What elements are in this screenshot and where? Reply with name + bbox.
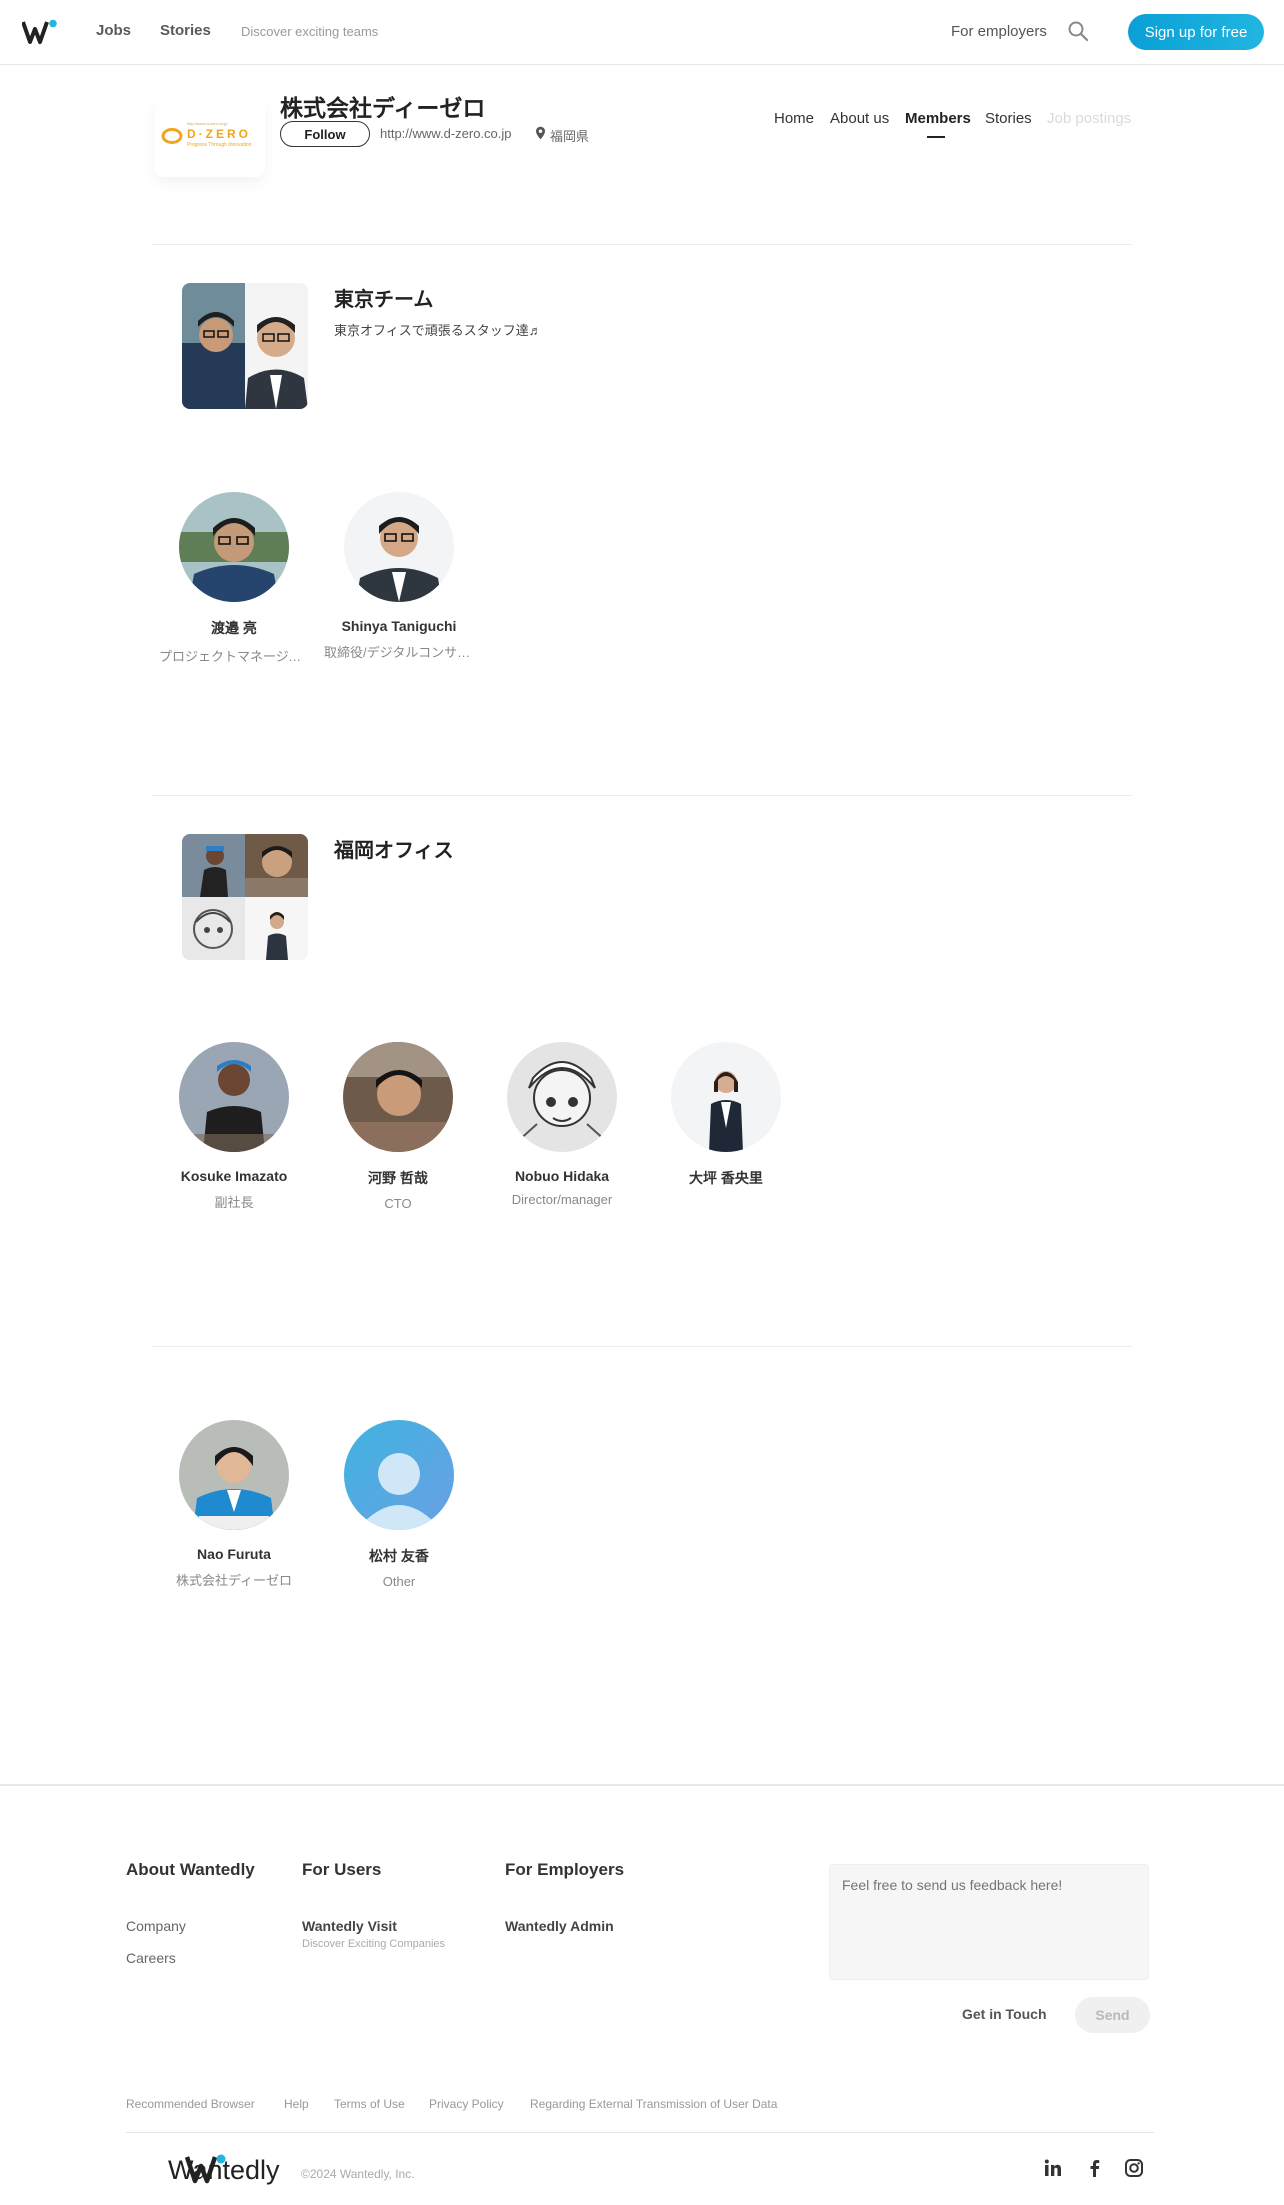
company-website-link[interactable]: http://www.d-zero.co.jp xyxy=(380,126,512,141)
section-divider xyxy=(152,1346,1132,1347)
footer-wantedly-admin-link[interactable]: Wantedly Admin xyxy=(505,1918,614,1934)
company-logo-tagline: Progress Through Innovation xyxy=(187,142,252,148)
tab-stories[interactable]: Stories xyxy=(985,110,1032,127)
member-card[interactable]: 松村 友香 Other xyxy=(324,1420,474,1589)
member-avatar xyxy=(343,1042,453,1152)
group-description: 東京オフィスで頑張るスタッフ達♬ xyxy=(334,323,542,338)
member-avatar xyxy=(507,1042,617,1152)
member-avatar xyxy=(179,492,289,602)
company-name: 株式会社ディーゼロ xyxy=(280,95,486,121)
nav-discover-teams-link[interactable]: Discover exciting teams xyxy=(241,24,378,39)
member-role: 株式会社ディーゼロ xyxy=(175,1573,293,1588)
linkedin-icon[interactable] xyxy=(1043,2158,1063,2178)
default-avatar-icon xyxy=(344,1420,454,1530)
location-pin-icon xyxy=(536,126,545,140)
member-avatar xyxy=(344,492,454,602)
search-icon[interactable] xyxy=(1067,20,1089,42)
footer-terms-link[interactable]: Terms of Use xyxy=(334,2097,405,2111)
member-role: Other xyxy=(382,1574,416,1589)
member-name: 大坪 香央里 xyxy=(689,1170,763,1186)
member-card[interactable]: 河野 哲哉 CTO xyxy=(323,1042,473,1211)
group-photo-collage xyxy=(182,283,308,409)
section-divider xyxy=(152,795,1132,796)
tab-home[interactable]: Home xyxy=(774,110,814,127)
footer-divider xyxy=(0,1784,1284,1786)
send-feedback-button[interactable]: Send xyxy=(1075,1997,1150,2033)
group-photo-collage xyxy=(182,834,308,960)
footer-about-heading: About Wantedly xyxy=(126,1860,255,1879)
member-card[interactable]: Nobuo Hidaka Director/manager xyxy=(487,1042,637,1207)
member-role: CTO xyxy=(384,1196,412,1211)
group-title[interactable]: 福岡オフィス xyxy=(334,834,454,863)
member-avatar xyxy=(179,1420,289,1530)
member-role: プロジェクトマネージャー xyxy=(159,649,309,664)
member-card[interactable]: 大坪 香央里 xyxy=(651,1042,801,1196)
member-role: Director/manager xyxy=(511,1192,613,1207)
copyright-text: ©2024 Wantedly, Inc. xyxy=(301,2167,415,2181)
instagram-icon[interactable] xyxy=(1124,2158,1144,2178)
nav-jobs-link[interactable]: Jobs xyxy=(96,22,131,39)
d-zero-mark-icon xyxy=(161,128,183,144)
member-name: Shinya Taniguchi xyxy=(341,618,457,634)
footer-wantedly-visit-sub: Discover Exciting Companies xyxy=(302,1938,446,1950)
footer-company-link[interactable]: Company xyxy=(126,1918,186,1934)
sign-up-button[interactable]: Sign up for free xyxy=(1128,14,1264,50)
top-navigation-bar: Jobs Stories Discover exciting teams For… xyxy=(0,0,1284,65)
facebook-icon[interactable] xyxy=(1085,2158,1105,2178)
member-role: 取締役/デジタルコンサルタント xyxy=(324,645,474,660)
member-name: Nao Furuta xyxy=(197,1546,271,1562)
company-logo[interactable]: http://www.d-zero.co.jp D·ZERO Progress … xyxy=(155,97,265,177)
footer-bottom-divider xyxy=(126,2132,1154,2133)
member-name: Kosuke Imazato xyxy=(180,1168,288,1184)
member-card[interactable]: 渡邉 亮 プロジェクトマネージャー xyxy=(159,492,309,665)
member-role: 副社長 xyxy=(214,1195,254,1210)
member-card[interactable]: Nao Furuta 株式会社ディーゼロ xyxy=(159,1420,309,1589)
wantedly-logo-icon[interactable] xyxy=(22,19,58,45)
footer-employers-heading: For Employers xyxy=(505,1860,625,1879)
follow-button[interactable]: Follow xyxy=(280,121,370,147)
section-divider xyxy=(152,244,1132,245)
nav-stories-link[interactable]: Stories xyxy=(160,22,211,39)
for-employers-link[interactable]: For employers xyxy=(951,23,1047,40)
member-avatar xyxy=(671,1042,781,1152)
footer-privacy-link[interactable]: Privacy Policy xyxy=(429,2097,504,2111)
tab-members[interactable]: Members xyxy=(905,110,971,127)
get-in-touch-link[interactable]: Get in Touch xyxy=(962,2006,1047,2022)
footer-external-transmission-link[interactable]: Regarding External Transmission of User … xyxy=(530,2097,777,2111)
member-name: Nobuo Hidaka xyxy=(514,1168,610,1184)
group-thumbnail-tokyo[interactable] xyxy=(182,283,308,409)
member-card[interactable]: Kosuke Imazato 副社長 xyxy=(159,1042,309,1211)
footer-help-link[interactable]: Help xyxy=(284,2097,309,2111)
member-name: 河野 哲哉 xyxy=(368,1170,428,1186)
company-logo-text: D·ZERO xyxy=(187,127,251,141)
member-avatar xyxy=(179,1042,289,1152)
footer-users-heading: For Users xyxy=(302,1860,382,1879)
footer-recommended-browser-link[interactable]: Recommended Browser xyxy=(126,2097,255,2111)
active-tab-indicator xyxy=(927,136,945,138)
member-card[interactable]: Shinya Taniguchi 取締役/デジタルコンサルタント xyxy=(324,492,474,661)
wantedly-brand-name: Wantedly xyxy=(168,2155,280,2185)
member-name: 松村 友香 xyxy=(369,1548,429,1564)
tab-about-us[interactable]: About us xyxy=(830,110,889,127)
footer-wantedly-visit-link[interactable]: Wantedly Visit xyxy=(302,1918,397,1934)
feedback-input[interactable] xyxy=(829,1864,1149,1980)
footer-careers-link[interactable]: Careers xyxy=(126,1950,176,1966)
group-title[interactable]: 東京チーム xyxy=(334,283,433,312)
group-thumbnail-fukuoka[interactable] xyxy=(182,834,308,960)
member-name: 渡邉 亮 xyxy=(211,620,257,636)
company-location: 福岡県 xyxy=(550,129,590,144)
tab-job-postings: Job postings xyxy=(1047,110,1132,127)
company-logo-url-text: http://www.d-zero.co.jp xyxy=(187,121,228,126)
